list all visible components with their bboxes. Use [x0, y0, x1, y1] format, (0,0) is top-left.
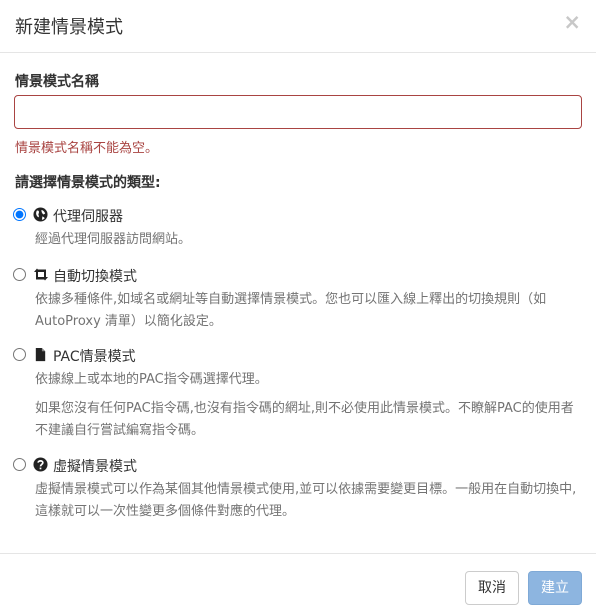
retweet-icon	[33, 267, 48, 282]
question-circle-icon	[33, 457, 48, 472]
new-profile-dialog: 新建情景模式 × 情景模式名稱 情景模式名稱不能為空。 請選擇情景模式的類型: …	[0, 0, 596, 612]
option-label: 虛擬情景模式	[53, 459, 137, 475]
dialog-header: 新建情景模式 ×	[0, 0, 596, 53]
option-label: PAC情景模式	[53, 349, 136, 365]
file-icon	[33, 347, 48, 362]
radio-virtual[interactable]	[13, 458, 26, 471]
profile-type-label: 請選擇情景模式的類型:	[15, 175, 161, 191]
profile-name-label: 情景模式名稱	[15, 74, 99, 90]
option-help: 依據多種條件,如域名或網址等自動選擇情景模式。您也可以匯入線上釋出的切換規則（如…	[35, 292, 547, 329]
option-label: 自動切換模式	[53, 269, 137, 285]
cancel-button[interactable]: 取消	[465, 571, 519, 605]
radio-auto-switch[interactable]	[13, 268, 26, 281]
globe-icon	[33, 207, 48, 222]
dialog-title: 新建情景模式	[15, 17, 123, 38]
profile-name-input[interactable]	[14, 95, 582, 129]
dialog-footer: 取消 建立	[0, 553, 596, 612]
close-icon[interactable]: ×	[563, 12, 581, 33]
radio-pac[interactable]	[13, 348, 26, 361]
option-help: 經過代理伺服器訪問網站。	[35, 232, 192, 247]
option-label: 代理伺服器	[53, 209, 123, 225]
option-help: 依據線上或本地的PAC指令碼選擇代理。	[35, 372, 268, 387]
create-button[interactable]: 建立	[528, 571, 582, 605]
radio-proxy-server[interactable]	[13, 208, 26, 221]
profile-name-error: 情景模式名稱不能為空。	[15, 141, 159, 156]
option-help-extra: 如果您沒有任何PAC指令碼,也沒有指令碼的網址,則不必使用此情景模式。不瞭解PA…	[35, 401, 574, 438]
option-help: 虛擬情景模式可以作為某個其他情景模式使用,並可以依據需要變更目標。一般用在自動切…	[35, 482, 577, 519]
